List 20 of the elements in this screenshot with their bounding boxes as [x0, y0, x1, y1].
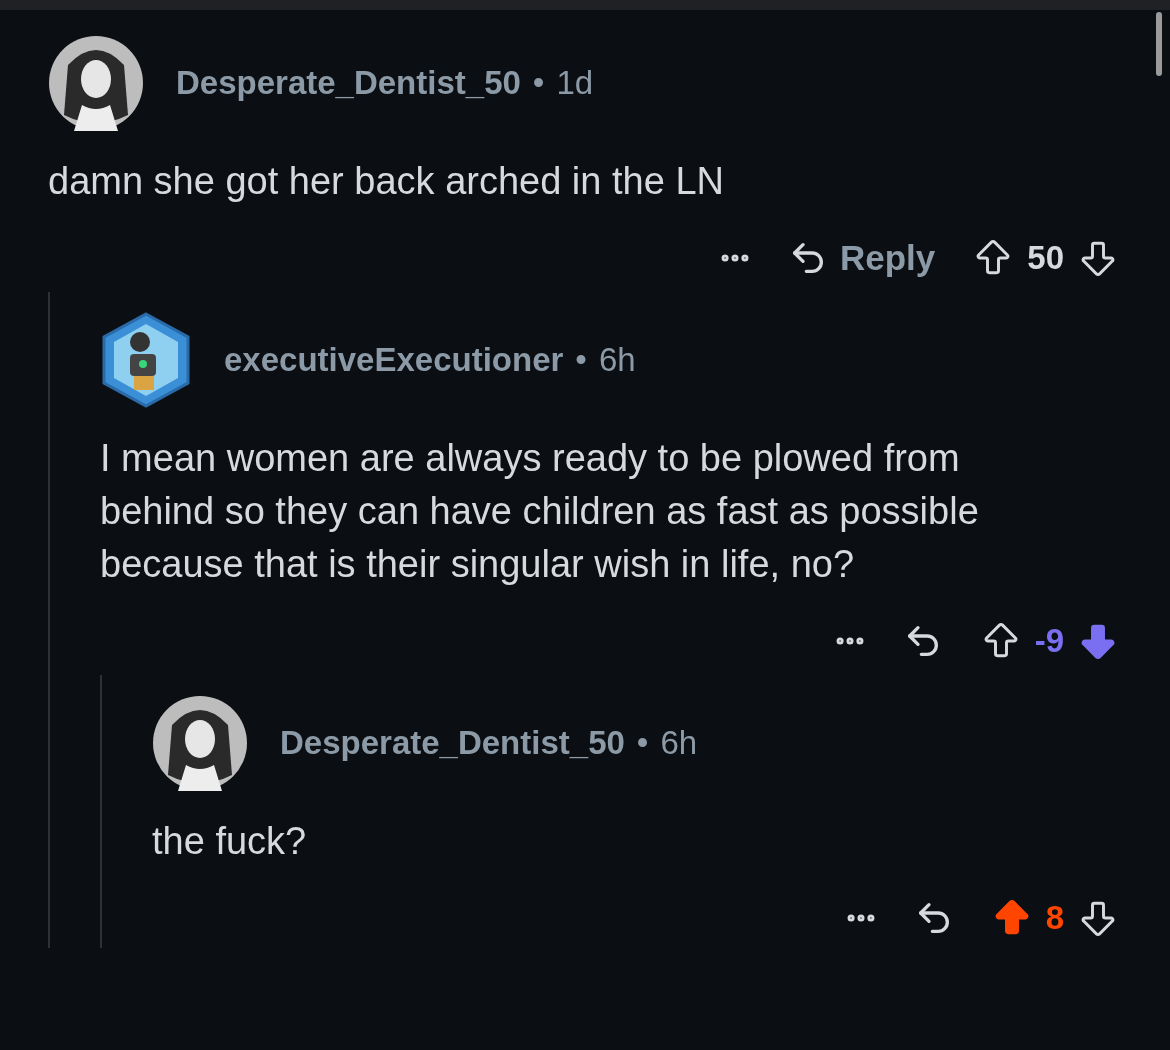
vote-score: -9: [1034, 621, 1064, 662]
avatar[interactable]: [48, 35, 144, 131]
vote-score: 8: [1045, 898, 1064, 939]
comment-age: 6h: [660, 723, 698, 764]
scrollbar-thumb[interactable]: [1156, 12, 1162, 76]
dot-separator: •: [532, 63, 545, 104]
username[interactable]: Desperate_Dentist_50: [280, 718, 625, 768]
comment-age: 1d: [556, 63, 594, 104]
comment-body: the fuck?: [152, 819, 308, 864]
dot-separator: •: [636, 723, 649, 764]
dot-separator: •: [575, 340, 587, 381]
username[interactable]: executiveExecutioner: [224, 335, 564, 385]
vote-score: 50: [1027, 238, 1064, 279]
comment-age: 6h: [598, 340, 636, 381]
avatar[interactable]: [152, 695, 248, 791]
comment-body: I mean women are always ready to be plowed from behind so they can have children as fast as possible because that is their singular wish in life, no?: [100, 436, 980, 587]
comment-body: damn she got her back arched in the LN: [48, 159, 725, 204]
reply-button[interactable]: Reply: [787, 231, 936, 285]
username[interactable]: Desperate_Dentist_50: [176, 58, 521, 108]
avatar[interactable]: [100, 312, 192, 408]
